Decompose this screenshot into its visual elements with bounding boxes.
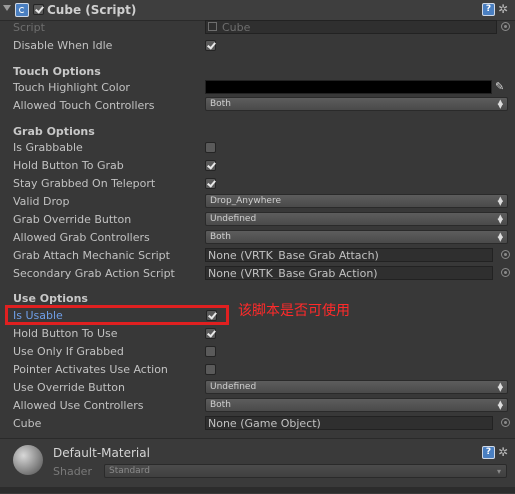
cube-label: Cube: [13, 417, 42, 430]
use-override-button-label: Use Override Button: [13, 381, 125, 394]
hold-button-to-use-label: Hold Button To Use: [13, 327, 118, 340]
grab-attach-picker-icon[interactable]: [501, 250, 510, 259]
grab-options-heading: Grab Options: [13, 125, 95, 138]
grab-override-button-label: Grab Override Button: [13, 213, 132, 226]
help-icon[interactable]: ?: [482, 3, 495, 16]
dropdown-arrow-icon: ▲ ▼: [497, 213, 503, 225]
chevron-down-icon: ▾: [496, 467, 501, 476]
touch-highlight-color-field[interactable]: [205, 80, 492, 94]
hold-button-to-use-checkbox[interactable]: [205, 328, 216, 339]
allowed-touch-controllers-dropdown[interactable]: Both ▲ ▼: [205, 97, 508, 111]
hold-button-to-grab-checkbox[interactable]: [205, 160, 216, 171]
gear-icon[interactable]: ✲: [498, 446, 508, 458]
component-enabled-checkbox[interactable]: [33, 4, 44, 15]
component-header: Cube (Script) ? ✲: [0, 0, 515, 21]
help-icon[interactable]: ?: [482, 446, 495, 459]
dropdown-arrow-icon: ▲ ▼: [497, 98, 503, 110]
disable-when-idle-checkbox[interactable]: [205, 40, 216, 51]
disable-when-idle-label: Disable When Idle: [13, 39, 113, 52]
grab-override-button-dropdown[interactable]: Undefined ▲ ▼: [205, 212, 508, 226]
allowed-grab-controllers-dropdown[interactable]: Both ▲ ▼: [205, 230, 508, 244]
allowed-grab-controllers-label: Allowed Grab Controllers: [13, 231, 150, 244]
eyedropper-icon[interactable]: ✎: [495, 80, 509, 94]
component-title: Cube (Script): [47, 3, 137, 17]
secondary-grab-action-label: Secondary Grab Action Script: [13, 267, 175, 280]
allowed-grab-controllers-value: Both: [210, 232, 231, 242]
script-field: Cube: [205, 20, 497, 34]
allowed-use-controllers-dropdown[interactable]: Both ▲ ▼: [205, 398, 508, 412]
gear-icon[interactable]: ✲: [498, 3, 508, 15]
stay-grabbed-label: Stay Grabbed On Teleport: [13, 177, 156, 190]
dropdown-arrow-icon: ▲ ▼: [497, 381, 503, 393]
shader-label: Shader: [53, 465, 92, 478]
use-options-heading: Use Options: [13, 292, 88, 305]
allowed-use-controllers-label: Allowed Use Controllers: [13, 399, 144, 412]
grab-attach-mechanic-field[interactable]: None (VRTK_Base Grab Attach): [205, 248, 493, 262]
valid-drop-dropdown[interactable]: Drop_Anywhere ▲ ▼: [205, 194, 508, 208]
dropdown-arrow-icon: ▲ ▼: [497, 399, 503, 411]
use-override-button-dropdown[interactable]: Undefined ▲ ▼: [205, 380, 508, 394]
valid-drop-label: Valid Drop: [13, 195, 70, 208]
stay-grabbed-checkbox[interactable]: [205, 178, 216, 189]
use-only-if-grabbed-label: Use Only If Grabbed: [13, 345, 124, 358]
cube-field[interactable]: None (Game Object): [205, 416, 493, 430]
cube-picker-icon[interactable]: [501, 418, 510, 427]
script-icon: [15, 3, 29, 17]
allowed-use-controllers-value: Both: [210, 400, 231, 410]
grab-attach-mechanic-label: Grab Attach Mechanic Script: [13, 249, 170, 262]
secondary-grab-action-field[interactable]: None (VRTK_Base Grab Action): [205, 266, 493, 280]
shader-value: Standard: [109, 466, 150, 476]
material-preview-icon: [13, 445, 43, 475]
use-override-button-value: Undefined: [210, 382, 257, 392]
annotation-text: 该脚本是否可使用: [238, 303, 350, 319]
use-only-if-grabbed-checkbox[interactable]: [205, 346, 216, 357]
pointer-activates-label: Pointer Activates Use Action: [13, 363, 168, 376]
dropdown-arrow-icon: ▲ ▼: [497, 195, 503, 207]
allowed-touch-controllers-label: Allowed Touch Controllers: [13, 99, 155, 112]
script-file-icon: [208, 22, 217, 31]
secondary-grab-picker-icon[interactable]: [501, 268, 510, 277]
shader-dropdown[interactable]: Standard ▾: [104, 464, 507, 478]
material-name: Default-Material: [53, 446, 150, 460]
touch-options-heading: Touch Options: [13, 65, 101, 78]
foldout-arrow-icon[interactable]: [3, 5, 11, 11]
dropdown-arrow-icon: ▲ ▼: [497, 231, 503, 243]
hold-button-to-grab-label: Hold Button To Grab: [13, 159, 124, 172]
script-label: Script: [13, 21, 45, 34]
grab-override-button-value: Undefined: [210, 214, 257, 224]
pointer-activates-checkbox[interactable]: [205, 364, 216, 375]
is-grabbable-checkbox[interactable]: [205, 142, 216, 153]
annotation-highlight-box: [5, 305, 229, 325]
bottom-bar: [0, 487, 515, 493]
script-value: Cube: [222, 21, 251, 34]
is-grabbable-label: Is Grabbable: [13, 141, 83, 154]
allowed-touch-controllers-value: Both: [210, 99, 231, 109]
valid-drop-value: Drop_Anywhere: [210, 196, 281, 206]
script-picker-icon[interactable]: [501, 22, 510, 31]
touch-highlight-color-label: Touch Highlight Color: [13, 81, 130, 94]
